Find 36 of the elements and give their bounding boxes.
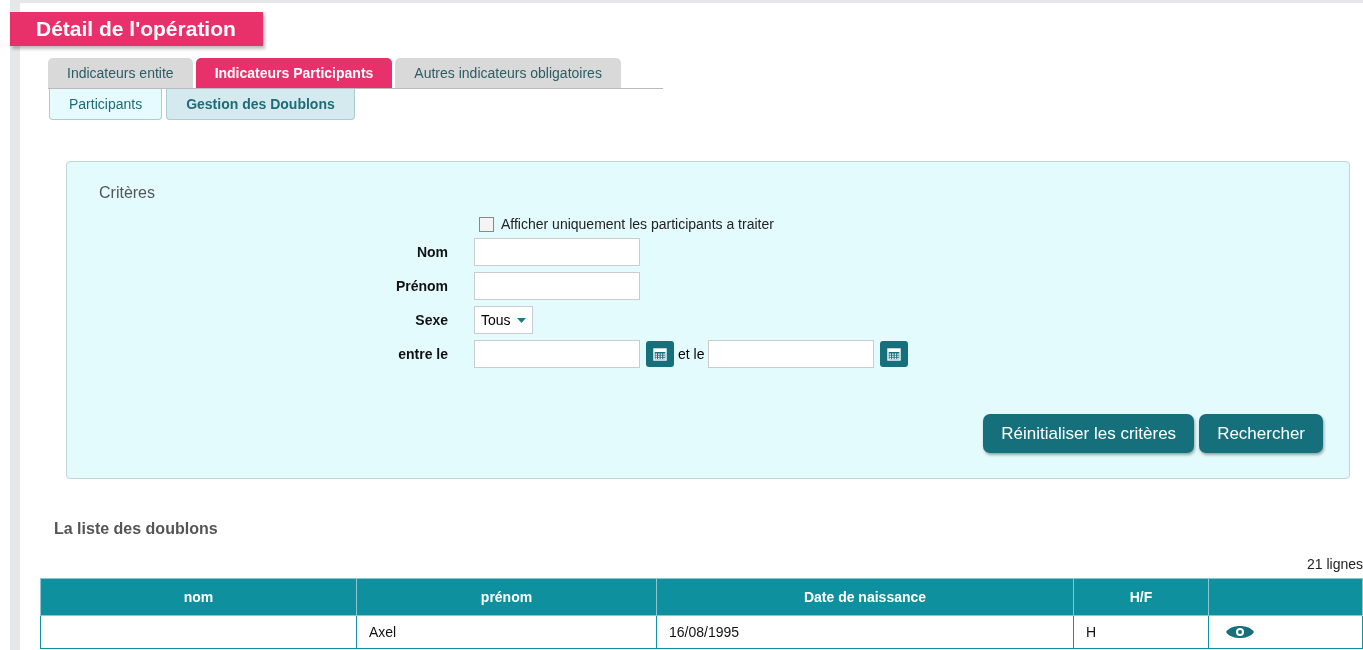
select-field[interactable]: Tous [474, 306, 533, 334]
sub-tab[interactable]: Participants [49, 89, 163, 120]
field-label: Sexe [414, 312, 448, 328]
sub-tab[interactable]: Gestion des Doublons [166, 89, 355, 120]
range-separator: et le [678, 346, 705, 362]
calendar-button[interactable] [646, 341, 674, 367]
checkbox[interactable] [479, 216, 494, 232]
table-cell: Axel [356, 615, 657, 649]
caret-icon [516, 317, 526, 323]
tab[interactable]: Indicateurs Participants [195, 58, 393, 88]
reset-button[interactable]: Réinitialiser les critères [983, 414, 1195, 453]
text-field[interactable] [474, 272, 640, 300]
text-field[interactable] [474, 238, 640, 266]
column-header: nom [40, 578, 357, 616]
view-icon[interactable] [1225, 623, 1255, 641]
search-button[interactable]: Rechercher [1199, 414, 1323, 453]
column-header: H/F [1073, 578, 1209, 616]
calendar-icon [887, 347, 902, 361]
panel-title: Critères [99, 184, 156, 202]
tab[interactable]: Autres indicateurs obligatoires [395, 58, 621, 88]
tab[interactable]: Indicateurs entite [48, 58, 193, 88]
section-title: La liste des doublons [54, 520, 219, 538]
page-title: Détail de l'opération [10, 12, 263, 46]
date-field[interactable] [474, 340, 640, 368]
date-field[interactable] [708, 340, 875, 368]
row-count: 21 lignes [1305, 556, 1363, 572]
field-label: entre le [397, 346, 448, 362]
field-label: Nom [415, 244, 448, 260]
checkbox-label: Afficher uniquement les participants a traiter [501, 216, 774, 232]
calendar-icon [653, 347, 667, 361]
field-label: Prénom [394, 278, 448, 294]
column-header: prénom [356, 578, 657, 616]
table-cell: 16/08/1995 [656, 615, 1074, 649]
table-cell: H [1073, 615, 1209, 649]
column-header: Date de naissance [656, 578, 1074, 616]
calendar-button[interactable] [880, 341, 909, 367]
